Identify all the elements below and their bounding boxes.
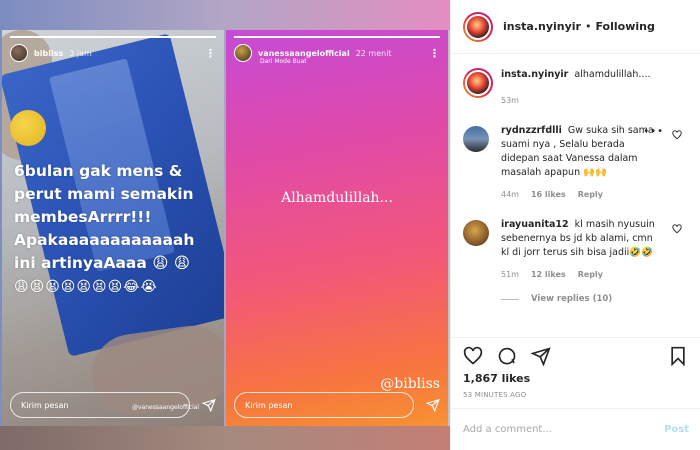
avatar (234, 44, 252, 62)
story-screenshot-right: vanessaangelofficial 22 menit ⋮ Dari Mod… (226, 30, 448, 426)
send-icon (426, 398, 440, 412)
post-media: bibliss 3 jam ⋮ 6bulan gak mens & perut … (0, 0, 450, 450)
caption-time: 53m (501, 96, 519, 105)
story-text-block: 6bulan gak mens & perut mami semakin mem… (14, 160, 220, 299)
send-icon (202, 398, 216, 412)
story-screenshot-left: bibliss 3 jam ⋮ 6bulan gak mens & perut … (2, 30, 224, 426)
comment-time: 51m (501, 270, 519, 279)
comment-icon[interactable] (497, 346, 517, 366)
comment-item: irayuanita12 kl masih nyusuin sebenernya… (463, 218, 688, 282)
avatar[interactable] (463, 220, 489, 246)
yellow-sticker (10, 110, 46, 146)
comments-list[interactable]: insta.nyinyir alhamdulillah.... 53m rydn… (451, 54, 700, 338)
more-options-icon: ⋮ (429, 46, 440, 60)
separator-dot: • (584, 20, 592, 33)
post-actions (451, 338, 700, 368)
heart-icon[interactable] (463, 346, 483, 366)
story-time: 22 menit (355, 48, 392, 58)
avatar[interactable] (463, 68, 493, 98)
post-timestamp: 53 MINUTES AGO (463, 391, 527, 399)
avatar[interactable] (463, 126, 489, 152)
comment-item: rydnzzrfdlli Gw suka sih sama suami nya … (463, 124, 688, 202)
reply-input: Kirim pesan (234, 392, 414, 418)
story-time: 3 jam (69, 48, 92, 58)
story-subtitle: Dari Mode Buat (260, 58, 307, 65)
story-username: bibliss (34, 48, 64, 58)
story-mention: @bibliss (380, 376, 440, 392)
heart-icon[interactable] (672, 224, 682, 234)
avatar[interactable] (463, 11, 493, 42)
avatar (10, 44, 28, 62)
story-text: 6bulan gak mens & perut mami semakin mem… (14, 162, 195, 272)
add-comment-bar: Post (451, 408, 700, 450)
comment-username[interactable]: rydnzzrfdlli (501, 125, 562, 136)
view-replies-button[interactable]: View replies (10) (501, 294, 688, 304)
more-options-icon[interactable]: ••• (643, 126, 664, 137)
story-progress-bar (10, 36, 216, 38)
story-text: Alhamdulillah... (281, 190, 393, 206)
story-header: bibliss 3 jam ⋮ (10, 42, 216, 64)
story-progress-fill (10, 36, 216, 38)
comment-username[interactable]: irayuanita12 (501, 219, 569, 230)
bookmark-icon[interactable] (668, 346, 688, 366)
post-sidebar: insta.nyinyir • Following insta.nyinyir … (450, 0, 700, 450)
reply-button[interactable]: Reply (578, 268, 603, 282)
caption-text: alhamdulillah.... (574, 69, 651, 80)
comment-likes[interactable]: 16 likes (531, 188, 566, 202)
media-top-background (0, 0, 450, 30)
story-progress-fill (234, 36, 440, 38)
comment-likes[interactable]: 12 likes (531, 268, 566, 282)
caption: insta.nyinyir alhamdulillah.... 53m (463, 68, 688, 108)
comment-input[interactable] (463, 424, 665, 435)
story-mention: @vanessaangelofficial (132, 404, 200, 411)
divider (501, 298, 519, 300)
likes-count[interactable]: 1,867 likes (451, 368, 700, 385)
post-header: insta.nyinyir • Following (451, 0, 700, 54)
view-replies-label: View replies (10) (531, 294, 613, 304)
following-button[interactable]: Following (595, 20, 654, 33)
story-username: vanessaangelofficial (258, 48, 350, 58)
share-icon[interactable] (531, 346, 551, 366)
post-button[interactable]: Post (664, 424, 689, 435)
caption-username[interactable]: insta.nyinyir (501, 69, 568, 80)
story-emojis: 😩😫😫😫😫😫😫😂😭 (14, 279, 158, 295)
reply-button[interactable]: Reply (578, 188, 603, 202)
heart-icon[interactable] (672, 130, 682, 140)
story-progress-bar (234, 36, 440, 38)
media-bottom-background (0, 426, 450, 450)
more-options-icon: ⋮ (205, 46, 216, 60)
comment-time: 44m (501, 190, 519, 199)
post-username[interactable]: insta.nyinyir (503, 20, 581, 33)
